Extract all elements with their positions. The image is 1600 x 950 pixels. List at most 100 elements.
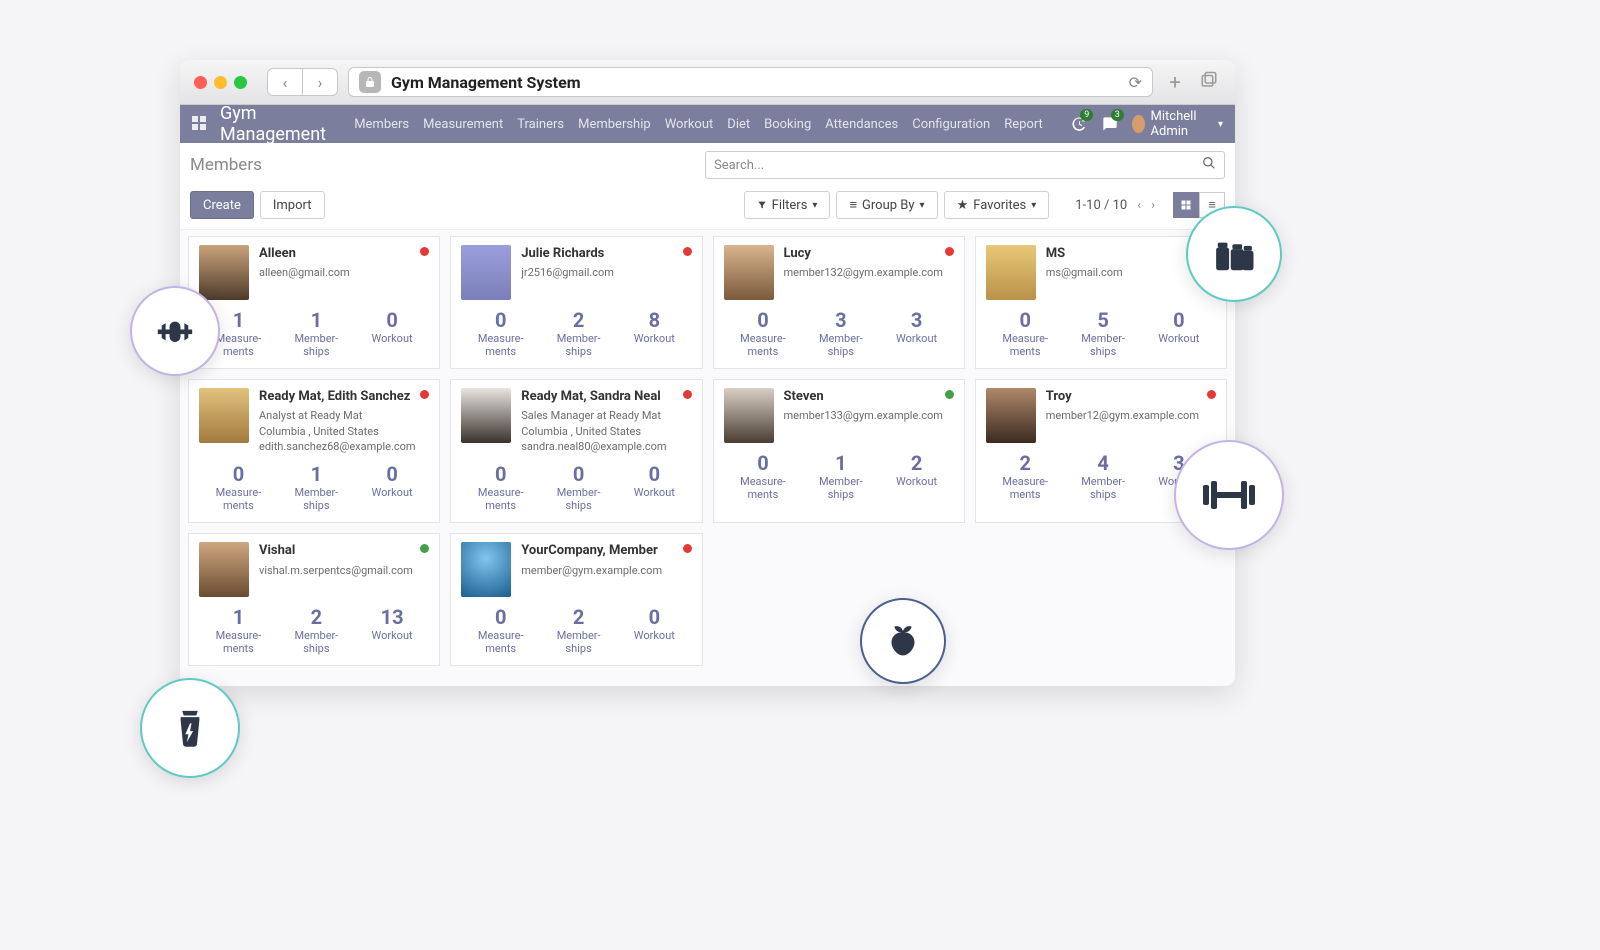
filters-dropdown[interactable]: Filters <box>744 191 831 219</box>
stat-measurements[interactable]: 0 Measure-ments <box>478 310 524 358</box>
stat-memberships[interactable]: 1 Member-ships <box>819 453 863 501</box>
status-indicator[interactable] <box>945 390 954 399</box>
stat-memberships[interactable]: 2 Member-ships <box>294 607 338 655</box>
create-button[interactable]: Create <box>190 191 254 219</box>
nav-membership[interactable]: Membership <box>578 117 651 132</box>
maximize-window-icon[interactable] <box>234 76 247 89</box>
member-avatar <box>724 245 774 300</box>
member-subtext: jr2516@gmail.com <box>521 265 614 280</box>
stat-memberships[interactable]: 1 Member-ships <box>294 310 338 358</box>
nav-booking[interactable]: Booking <box>764 117 811 132</box>
import-button[interactable]: Import <box>260 191 325 219</box>
messages-badge: 3 <box>1111 109 1124 121</box>
stat-workout[interactable]: 3 Workout <box>896 310 937 358</box>
member-avatar <box>461 388 511 443</box>
member-avatar <box>986 388 1036 443</box>
search-icon[interactable] <box>1202 156 1216 174</box>
stat-measurements[interactable]: 2 Measure-ments <box>1002 453 1048 501</box>
stat-measurements[interactable]: 0 Measure-ments <box>216 464 262 512</box>
nav-workout[interactable]: Workout <box>665 117 714 132</box>
member-subtext: Columbia , United States <box>259 424 416 439</box>
stat-memberships[interactable]: 5 Member-ships <box>1081 310 1125 358</box>
kanban-board: Alleen alleen@gmail.com 1 Measure-ments … <box>180 230 1235 686</box>
activities-icon[interactable]: 9 <box>1071 113 1087 135</box>
stat-memberships[interactable]: 4 Member-ships <box>1081 453 1125 501</box>
messages-icon[interactable]: 3 <box>1101 113 1117 135</box>
member-avatar <box>199 388 249 443</box>
stat-workout[interactable]: 13 Workout <box>372 607 413 655</box>
status-indicator[interactable] <box>683 390 692 399</box>
stat-workout[interactable]: 0 Workout <box>372 310 413 358</box>
member-subtext: member133@gym.example.com <box>784 408 943 423</box>
stat-memberships[interactable]: 3 Member-ships <box>819 310 863 358</box>
status-indicator[interactable] <box>683 247 692 256</box>
stat-memberships[interactable]: 1 Member-ships <box>294 464 338 512</box>
stat-measurements[interactable]: 1 Measure-ments <box>216 310 262 358</box>
stat-workout[interactable]: 8 Workout <box>634 310 675 358</box>
member-card[interactable]: Ready Mat, Sandra Neal Sales Manager at … <box>450 379 702 523</box>
member-name: Troy <box>1046 388 1199 406</box>
member-card[interactable]: Alleen alleen@gmail.com 1 Measure-ments … <box>188 236 440 369</box>
user-menu[interactable]: Mitchell Admin ▾ <box>1132 109 1223 139</box>
nav-report[interactable]: Report <box>1004 117 1043 132</box>
search-input[interactable]: Search... <box>705 151 1225 179</box>
member-subtext: Columbia , United States <box>521 424 666 439</box>
stat-measurements[interactable]: 0 Measure-ments <box>740 310 786 358</box>
member-subtext: ms@gmail.com <box>1046 265 1123 280</box>
nutrition-decoration-icon <box>860 598 946 684</box>
stat-workout[interactable]: 0 Workout <box>372 464 413 512</box>
stat-measurements[interactable]: 0 Measure-ments <box>740 453 786 501</box>
member-avatar <box>199 542 249 597</box>
member-name: Julie Richards <box>521 245 614 263</box>
new-tab-icon[interactable]: + <box>1163 70 1187 94</box>
tabs-icon[interactable] <box>1197 70 1221 94</box>
control-panel-breadcrumb-row: Members Search... <box>180 143 1235 187</box>
browser-window: ‹ › Gym Management System ⟳ + Gym Manage… <box>180 60 1235 686</box>
nav-configuration[interactable]: Configuration <box>912 117 990 132</box>
stat-measurements[interactable]: 0 Measure-ments <box>1002 310 1048 358</box>
stat-measurements[interactable]: 0 Measure-ments <box>478 607 524 655</box>
stat-workout[interactable]: 0 Workout <box>634 607 675 655</box>
member-card[interactable]: Julie Richards jr2516@gmail.com 0 Measur… <box>450 236 702 369</box>
nav-trainers[interactable]: Trainers <box>517 117 564 132</box>
stat-memberships[interactable]: 2 Member-ships <box>557 310 601 358</box>
reload-icon[interactable]: ⟳ <box>1129 73 1142 92</box>
kanban-view-button[interactable] <box>1173 192 1199 218</box>
stat-memberships[interactable]: 2 Member-ships <box>557 607 601 655</box>
member-avatar <box>986 245 1036 300</box>
nav-measurement[interactable]: Measurement <box>423 117 503 132</box>
stat-workout[interactable]: 0 Workout <box>1158 310 1199 358</box>
close-window-icon[interactable] <box>194 76 207 89</box>
member-card[interactable]: Lucy member132@gym.example.com 0 Measure… <box>713 236 965 369</box>
member-card[interactable]: Steven member133@gym.example.com 0 Measu… <box>713 379 965 523</box>
minimize-window-icon[interactable] <box>214 76 227 89</box>
groupby-dropdown[interactable]: ≡ Group By <box>836 191 937 219</box>
stat-measurements[interactable]: 1 Measure-ments <box>216 607 262 655</box>
member-card[interactable]: Ready Mat, Edith Sanchez Analyst at Read… <box>188 379 440 523</box>
browser-back-button[interactable]: ‹ <box>267 68 303 96</box>
pager-prev-button[interactable]: ‹ <box>1137 198 1141 213</box>
member-info: Lucy member132@gym.example.com <box>784 245 943 300</box>
pager-text: 1-10 / 10 <box>1075 198 1127 213</box>
status-indicator[interactable] <box>683 544 692 553</box>
stat-workout[interactable]: 2 Workout <box>896 453 937 501</box>
page-title: Members <box>190 155 262 175</box>
browser-forward-button[interactable]: › <box>302 68 338 96</box>
nav-attendances[interactable]: Attendances <box>825 117 898 132</box>
member-info: YourCompany, Member member@gym.example.c… <box>521 542 662 597</box>
status-indicator[interactable] <box>945 247 954 256</box>
stat-memberships[interactable]: 0 Member-ships <box>557 464 601 512</box>
browser-url-bar[interactable]: Gym Management System ⟳ <box>348 67 1153 97</box>
status-indicator[interactable] <box>1207 390 1216 399</box>
favorites-dropdown[interactable]: ★ Favorites <box>944 191 1050 219</box>
nav-members[interactable]: Members <box>354 117 409 132</box>
member-card[interactable]: YourCompany, Member member@gym.example.c… <box>450 533 702 666</box>
apps-icon[interactable] <box>192 116 206 132</box>
member-card[interactable]: Vishal vishal.m.serpentcs@gmail.com 1 Me… <box>188 533 440 666</box>
stat-workout[interactable]: 0 Workout <box>634 464 675 512</box>
nav-diet[interactable]: Diet <box>727 117 750 132</box>
member-subtext: member@gym.example.com <box>521 563 662 578</box>
member-subtext: member12@gym.example.com <box>1046 408 1199 423</box>
stat-measurements[interactable]: 0 Measure-ments <box>478 464 524 512</box>
pager-next-button[interactable]: › <box>1151 198 1155 213</box>
